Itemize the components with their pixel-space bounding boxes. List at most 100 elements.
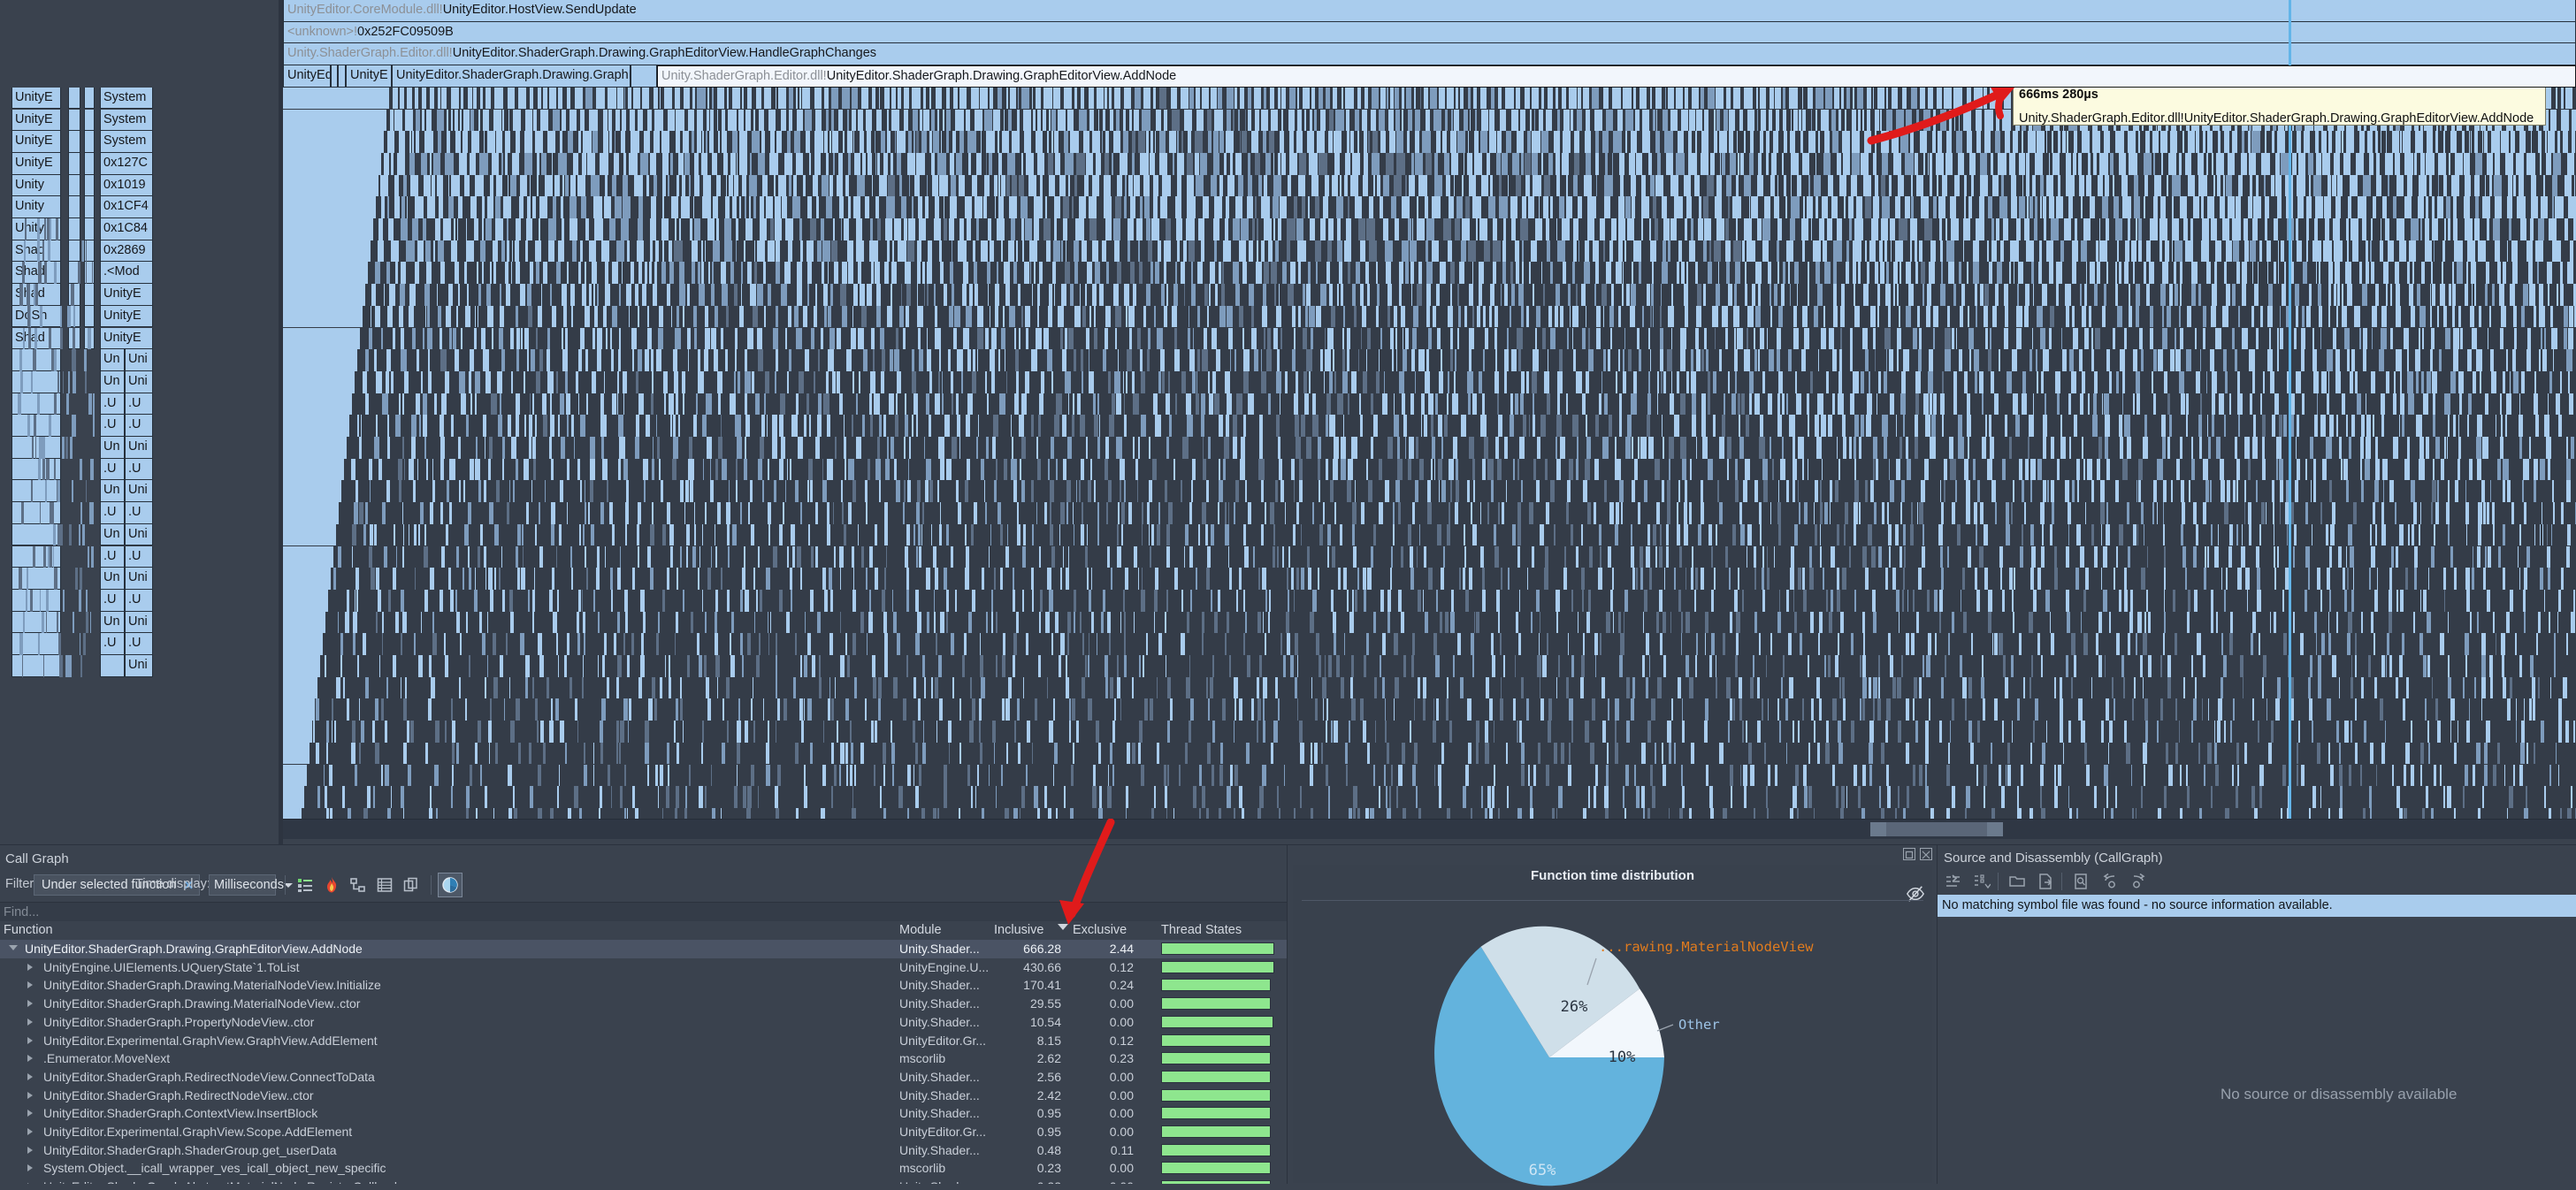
flame-frame[interactable] <box>1519 437 1525 459</box>
flame-frame[interactable] <box>784 262 791 284</box>
flame-frame[interactable] <box>1090 459 1092 481</box>
flame-frame[interactable] <box>1728 196 1730 218</box>
flame-frame[interactable] <box>1258 568 1260 590</box>
flame-frame[interactable] <box>2282 284 2287 306</box>
flame-row[interactable]: UnityEditor.CoreModule.dll!UnityEditor.H… <box>283 0 2576 22</box>
flame-frame[interactable] <box>1491 480 1494 502</box>
flame-frame[interactable] <box>769 153 778 175</box>
flame-frame[interactable] <box>1263 284 1266 306</box>
flame-frame[interactable] <box>679 284 685 306</box>
flame-frame[interactable] <box>352 524 356 546</box>
flame-frame[interactable] <box>1382 393 1387 416</box>
flame-frame[interactable] <box>2181 393 2185 416</box>
flame-frame[interactable] <box>1012 131 1020 153</box>
flame-frame[interactable] <box>1824 262 1830 284</box>
flame-frame[interactable] <box>1426 349 1428 371</box>
flame-frame[interactable] <box>1653 306 1654 328</box>
flame-frame[interactable] <box>283 196 376 218</box>
flame-frame[interactable] <box>1039 546 1041 568</box>
flame-frame[interactable] <box>1546 502 1549 524</box>
flame-frame[interactable] <box>1596 306 1601 328</box>
flame-frame[interactable] <box>831 88 838 110</box>
flame-frame[interactable] <box>1747 328 1748 350</box>
flame-frame[interactable] <box>1238 110 1240 132</box>
flame-frame[interactable] <box>590 437 595 459</box>
flame-frame[interactable] <box>427 196 435 218</box>
flame-frame[interactable] <box>1513 459 1515 481</box>
flame-frame[interactable] <box>887 306 892 328</box>
flame-frame[interactable] <box>401 262 406 284</box>
flame-frame[interactable] <box>2437 480 2439 502</box>
flame-frame[interactable] <box>966 415 970 437</box>
flame-row[interactable] <box>283 240 2576 263</box>
flame-frame[interactable] <box>549 437 552 459</box>
flame-frame[interactable] <box>826 371 829 393</box>
flame-frame[interactable] <box>1411 349 1415 371</box>
flame-frame[interactable] <box>1458 306 1461 328</box>
flame-frame[interactable] <box>1710 153 1714 175</box>
flame-frame[interactable] <box>2190 218 2194 240</box>
flame-frame[interactable] <box>2547 262 2552 284</box>
flame-frame[interactable] <box>1393 502 1395 524</box>
flame-frame[interactable] <box>1318 437 1320 459</box>
flame-frame[interactable] <box>2346 131 2354 153</box>
flame-frame[interactable] <box>967 459 970 481</box>
flame-frame[interactable] <box>1150 262 1153 284</box>
flame-frame[interactable] <box>1777 218 1782 240</box>
flame-frame[interactable] <box>1495 349 1497 371</box>
flame-frame[interactable] <box>1065 371 1071 393</box>
flame-frame[interactable] <box>475 393 477 416</box>
flame-frame[interactable] <box>721 328 723 350</box>
flame-frame[interactable] <box>2237 371 2241 393</box>
flame-frame[interactable] <box>516 218 521 240</box>
flame-frame[interactable] <box>917 306 923 328</box>
flame-frame[interactable] <box>760 437 764 459</box>
flame-frame[interactable] <box>2296 306 2299 328</box>
flame-frame[interactable] <box>374 524 376 546</box>
flame-frame[interactable] <box>1132 153 1135 175</box>
flame-frame[interactable] <box>1060 328 1063 350</box>
flame-frame[interactable] <box>2047 480 2049 502</box>
flame-frame[interactable] <box>1074 349 1076 371</box>
flame-frame[interactable] <box>283 218 373 240</box>
flame-frame[interactable] <box>1005 349 1006 371</box>
flame-frame[interactable] <box>370 480 371 502</box>
flame-frame[interactable] <box>2037 459 2042 481</box>
flame-frame[interactable] <box>600 153 608 175</box>
flame-frame[interactable] <box>527 349 530 371</box>
flame-frame[interactable] <box>913 393 918 416</box>
flame-frame[interactable] <box>1641 196 1649 218</box>
flame-frame[interactable] <box>1577 437 1578 459</box>
flame-frame[interactable] <box>1922 284 1924 306</box>
flame-frame[interactable] <box>1684 175 1691 197</box>
flame-frame[interactable] <box>1066 568 1069 590</box>
flame-frame[interactable] <box>2018 262 2023 284</box>
flame-frame[interactable] <box>1587 502 1591 524</box>
flame-frame[interactable] <box>1201 393 1205 416</box>
flame-frame[interactable] <box>1560 437 1565 459</box>
flame-frame[interactable] <box>1155 415 1160 437</box>
flame-frame[interactable] <box>2359 262 2362 284</box>
flame-frame[interactable] <box>1631 131 1637 153</box>
flame-frame[interactable] <box>560 480 564 502</box>
flame-frame[interactable] <box>2060 437 2066 459</box>
flame-frame[interactable] <box>486 284 492 306</box>
flame-frame[interactable] <box>1097 393 1099 416</box>
flame-frame[interactable] <box>1882 196 1890 218</box>
flame-frame[interactable] <box>1467 371 1473 393</box>
flame-frame[interactable] <box>1774 196 1779 218</box>
flame-frame[interactable] <box>1572 306 1578 328</box>
flame-frame[interactable] <box>490 175 493 197</box>
flame-frame[interactable] <box>904 437 906 459</box>
flame-frame[interactable] <box>2029 415 2034 437</box>
flame-frame[interactable] <box>526 218 533 240</box>
flame-frame[interactable] <box>527 284 532 306</box>
flame-frame[interactable] <box>2068 393 2070 416</box>
flame-frame[interactable] <box>523 546 524 568</box>
flame-frame[interactable] <box>706 131 707 153</box>
flame-frame[interactable] <box>1114 240 1120 263</box>
flame-frame[interactable] <box>1172 306 1177 328</box>
flame-frame[interactable] <box>464 175 470 197</box>
flame-frame[interactable] <box>1527 131 1531 153</box>
flame-frame[interactable] <box>657 437 660 459</box>
